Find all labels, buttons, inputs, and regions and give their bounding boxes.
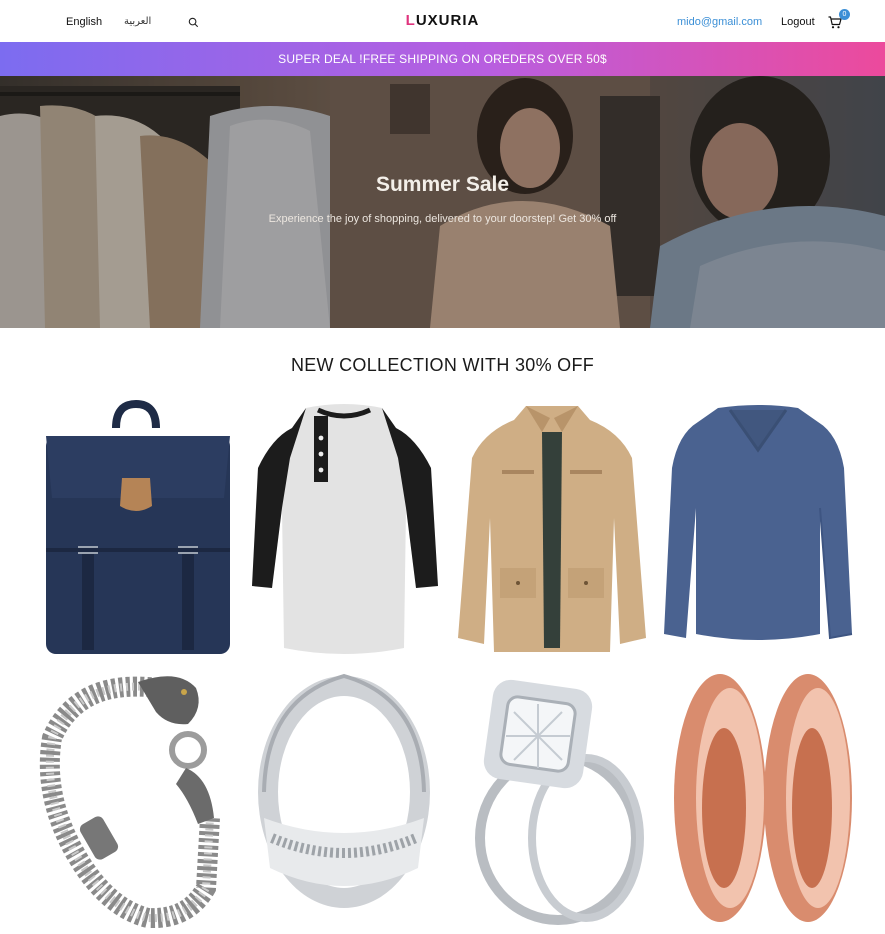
promo-banner: SUPER DEAL !FREE SHIPPING ON OREDERS OVE…: [0, 42, 885, 76]
silver-ring-image: [258, 673, 430, 908]
product-card-henley-shirt[interactable]: [246, 398, 442, 658]
diamond-ring-image: [475, 679, 644, 925]
hero-title: Summer Sale: [375, 173, 510, 196]
rose-gold-plugs-image: [674, 674, 852, 922]
bracelet-image: [39, 676, 220, 928]
henley-shirt-image: [252, 404, 438, 654]
logout-button[interactable]: Logout: [781, 16, 815, 28]
product-card-silver-ring[interactable]: [246, 668, 442, 928]
backpack-image: [46, 399, 230, 654]
product-card-bracelet[interactable]: [38, 668, 234, 928]
jacket-image: [458, 406, 646, 652]
product-card-diamond-ring[interactable]: [454, 668, 650, 928]
product-card-backpack[interactable]: [38, 398, 234, 658]
sweater-image: [664, 405, 853, 640]
product-card-rose-gold-plugs[interactable]: [660, 668, 856, 928]
product-card-jacket[interactable]: [454, 398, 650, 658]
top-navbar: English العربية LUXURIA mido@gmail.com L…: [0, 0, 885, 42]
user-email-link[interactable]: mido@gmail.com: [677, 16, 762, 28]
logo-rest: UXURIA: [415, 12, 480, 29]
hero-subtitle: Experience the joy of shopping, delivere…: [268, 213, 617, 225]
product-card-sweater[interactable]: [660, 398, 856, 658]
collection-title: NEW COLLECTION WITH 30% OFF: [290, 355, 595, 375]
logo-first-letter: L: [405, 12, 416, 29]
hero-banner: Summer Sale Experience the joy of shoppi…: [0, 76, 885, 328]
cart-count-badge: 0: [839, 9, 850, 20]
hero-overlay: [0, 76, 885, 328]
